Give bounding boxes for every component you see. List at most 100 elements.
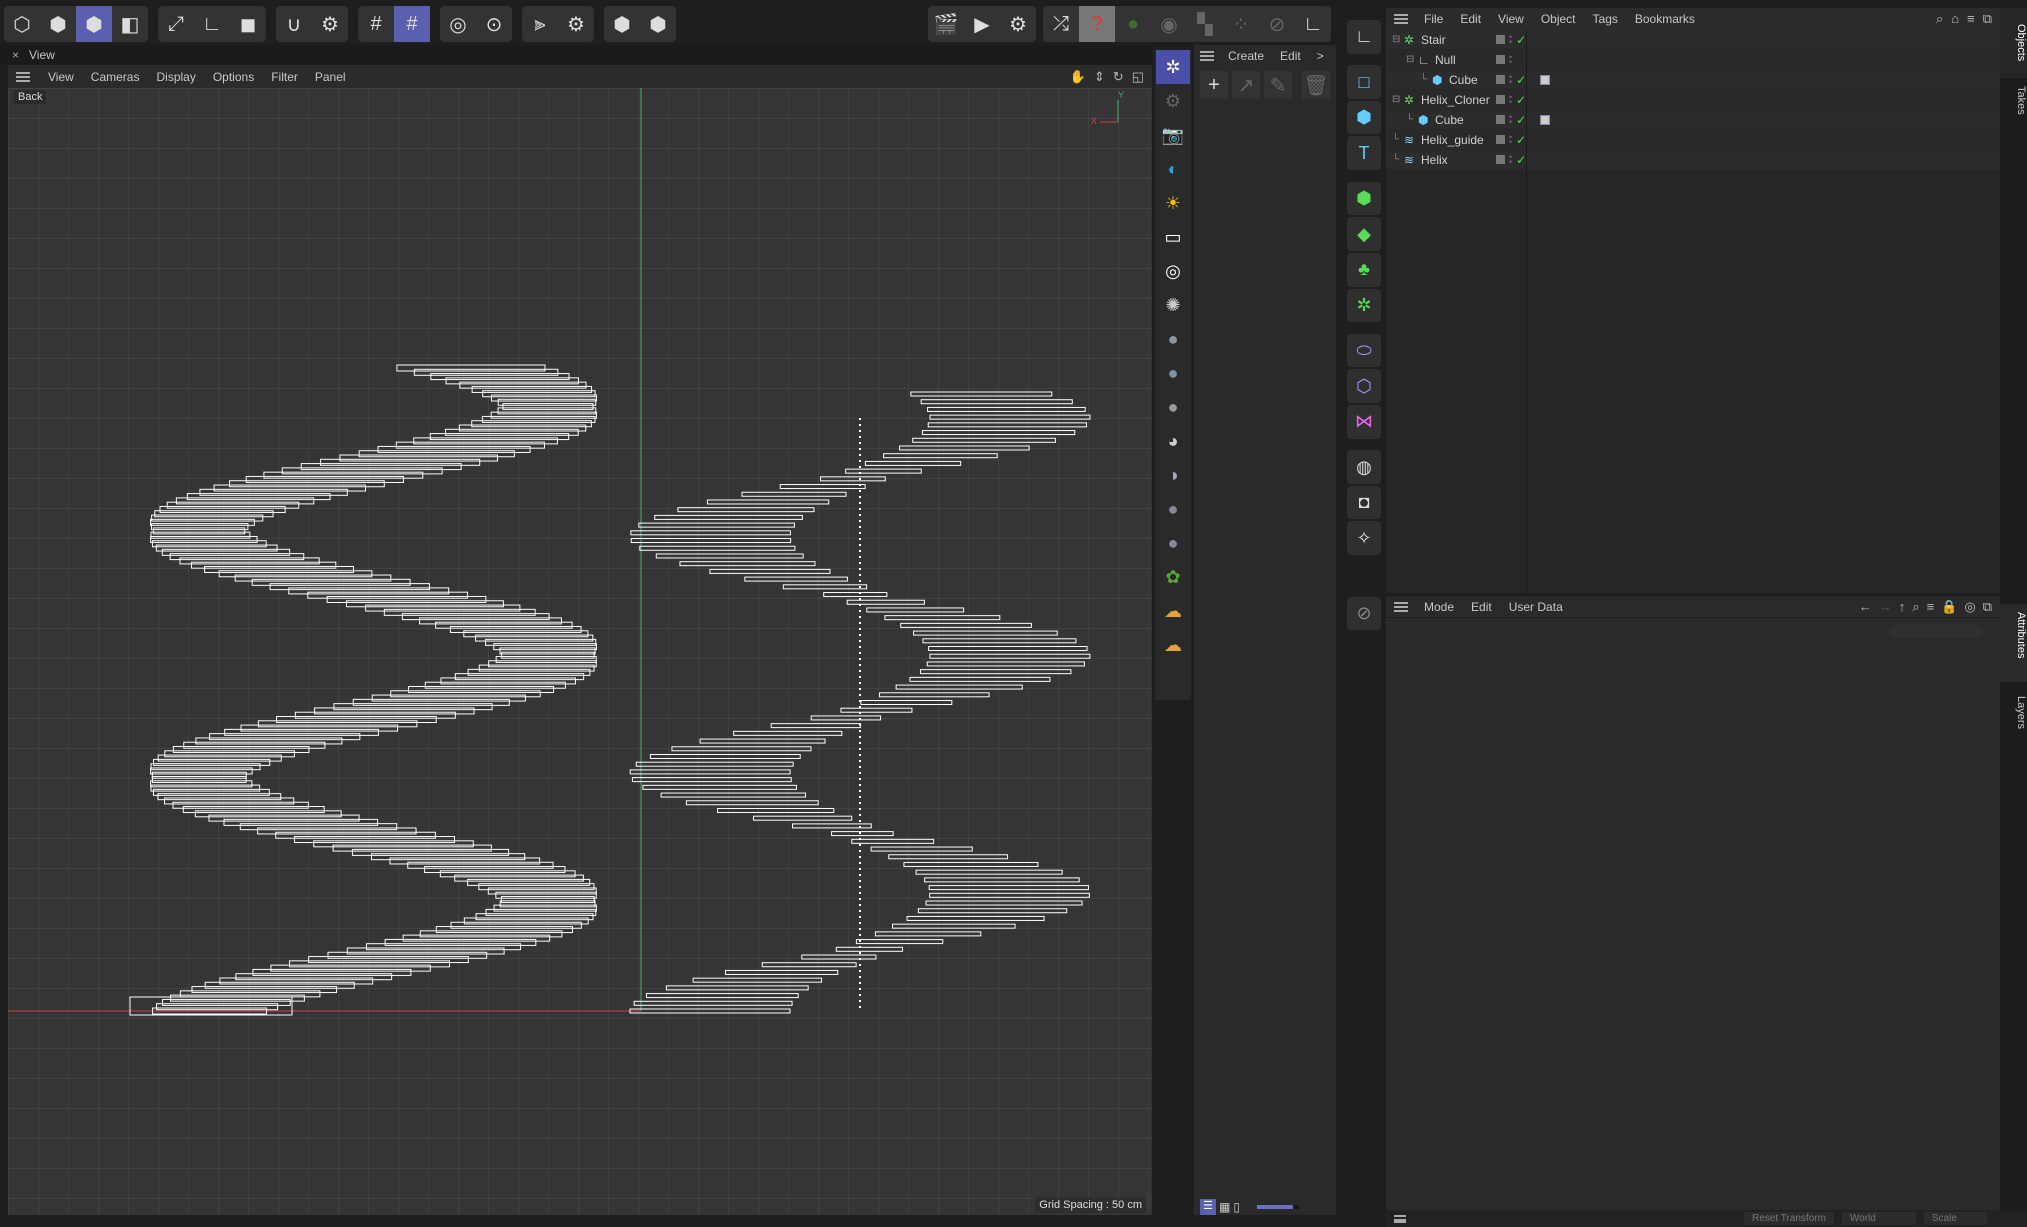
visibility-dots-icon[interactable]: • • xyxy=(1509,52,1512,66)
render-view-icon[interactable]: 🎬 xyxy=(928,6,964,42)
objects-menu-bookmarks[interactable]: Bookmarks xyxy=(1635,12,1695,26)
target-icon[interactable]: ◎ xyxy=(1964,599,1975,615)
subdivision-icon[interactable]: ⬢ xyxy=(1347,181,1381,216)
objects-menu-view[interactable]: View xyxy=(1498,12,1524,26)
object-row[interactable]: ⊟ ✲ Stair • • ✓ xyxy=(1386,30,2000,50)
list-view-icon[interactable]: ☰ xyxy=(1200,1199,1216,1215)
vdb2-icon[interactable]: ☁ xyxy=(1156,628,1190,662)
material-icon[interactable]: ● xyxy=(1156,322,1190,356)
new-window-icon[interactable]: ⧉ xyxy=(1983,599,1992,615)
view-panel-menu-filter[interactable]: Filter xyxy=(271,70,298,84)
view-tab-title[interactable]: View xyxy=(29,48,55,62)
point-mode-icon[interactable]: ⬢ xyxy=(40,6,76,42)
mix-material-icon[interactable]: ● xyxy=(1156,492,1190,526)
texture-tag-icon[interactable] xyxy=(1540,74,1551,85)
add-icon[interactable]: + xyxy=(1200,71,1228,99)
object-row[interactable]: ⊟ ✲ Helix_Cloner • • ✓ xyxy=(1386,90,2000,110)
new-window-icon[interactable]: ⧉ xyxy=(1983,11,1992,27)
metal-material-icon[interactable]: ◑ xyxy=(1156,458,1190,492)
texture-tag-icon[interactable] xyxy=(1540,114,1551,125)
attributes-menu-edit[interactable]: Edit xyxy=(1471,600,1492,614)
collapse-icon[interactable]: ⊟ xyxy=(1392,94,1404,105)
dolly-icon[interactable]: ⇕ xyxy=(1094,69,1105,85)
attributes-menu-user-data[interactable]: User Data xyxy=(1509,600,1563,614)
maximize-icon[interactable]: ◱ xyxy=(1132,69,1144,85)
object-mode-icon[interactable]: ⬡ xyxy=(4,6,40,42)
object-name[interactable]: Cube xyxy=(1435,113,1464,127)
soft-settings-icon[interactable]: ⊙ xyxy=(476,6,512,42)
object-name[interactable]: Null xyxy=(1435,53,1456,67)
objects-menu-edit[interactable]: Edit xyxy=(1460,12,1481,26)
object-row[interactable]: └ ≋ Helix • • ✓ xyxy=(1386,150,2000,170)
rotate-icon[interactable]: ↻ xyxy=(1113,69,1124,85)
trash-icon[interactable]: 🗑 xyxy=(1302,71,1330,99)
checker-pin-icon[interactable]: ▚ xyxy=(1187,6,1223,42)
layer-icon[interactable] xyxy=(1496,95,1505,104)
glossy-material-icon[interactable]: ● xyxy=(1156,356,1190,390)
visibility-dots-icon[interactable]: • • xyxy=(1509,72,1512,86)
gear-icon[interactable]: ⚙ xyxy=(1156,84,1190,118)
zoom-slider[interactable] xyxy=(1256,1205,1299,1209)
camera-icon[interactable]: 📷 xyxy=(1156,118,1190,152)
create-panel-menu-create[interactable]: Create xyxy=(1228,49,1264,63)
axis-point-icon[interactable]: ∟ xyxy=(1295,6,1331,42)
ies-light-icon[interactable]: ✺ xyxy=(1156,288,1190,322)
polygon-mode-icon[interactable]: ◧ xyxy=(112,6,148,42)
effector-icon[interactable]: ✲ xyxy=(1347,288,1381,323)
layer-icon[interactable] xyxy=(1496,115,1505,124)
blend-material-icon[interactable]: ● xyxy=(1156,526,1190,560)
hdri-icon[interactable]: ◐ xyxy=(1156,152,1190,186)
layer-icon[interactable] xyxy=(1496,75,1505,84)
visibility-dots-icon[interactable]: • • xyxy=(1509,112,1512,126)
grid-snap-icon[interactable]: # xyxy=(358,6,394,42)
attribute-search-field[interactable] xyxy=(1888,624,1984,638)
layer-icon[interactable] xyxy=(1496,155,1505,164)
text-icon[interactable]: T xyxy=(1347,136,1381,171)
hamburger-icon[interactable] xyxy=(1200,51,1214,61)
object-name[interactable]: Helix_guide xyxy=(1421,133,1484,147)
forward-icon[interactable]: → xyxy=(1879,599,1892,615)
rectangle-spline-icon[interactable]: □ xyxy=(1347,65,1381,99)
disable-icon[interactable]: ⊘ xyxy=(1259,6,1295,42)
search-icon[interactable]: ⌕ xyxy=(1936,11,1943,27)
eye-icon[interactable]: ◉ xyxy=(1151,6,1187,42)
dots-icon[interactable]: ⁘ xyxy=(1223,6,1259,42)
axis-move-icon[interactable]: ⤢ xyxy=(158,6,194,42)
cloner-icon[interactable]: ♣ xyxy=(1347,252,1381,287)
soft-select-icon[interactable]: ◎ xyxy=(440,6,476,42)
view-panel-menu-panel[interactable]: Panel xyxy=(315,70,346,84)
view-panel-menu-display[interactable]: Display xyxy=(156,70,195,84)
snap-settings-icon[interactable]: ⚙ xyxy=(312,6,348,42)
solo-hierarchy-icon[interactable]: ⬢ xyxy=(640,6,676,42)
visibility-dots-icon[interactable]: • • xyxy=(1509,152,1512,166)
texture-icon[interactable]: ◼ xyxy=(230,6,266,42)
area-light-icon[interactable]: ▭ xyxy=(1156,220,1190,254)
layer-icon[interactable] xyxy=(1496,135,1505,144)
tab-attributes[interactable]: Attributes xyxy=(2000,604,2027,682)
grid-view-icon[interactable]: ▦ xyxy=(1219,1200,1230,1214)
filter-icon[interactable]: ≡ xyxy=(1967,11,1975,27)
octane-logo-icon[interactable]: ✲ xyxy=(1156,50,1190,84)
arrow-icon[interactable]: ↗ xyxy=(1232,71,1260,99)
attributes-menu-mode[interactable]: Mode xyxy=(1424,600,1454,614)
objects-menu-object[interactable]: Object xyxy=(1541,12,1576,26)
model-mode-icon[interactable]: ⬢ xyxy=(76,6,112,42)
axis-corner-icon[interactable]: ∟ xyxy=(194,6,230,42)
misc-icon[interactable]: ⊘ xyxy=(1347,596,1381,631)
shuffle-icon[interactable]: ⤮ xyxy=(1043,6,1079,42)
cube-icon[interactable]: ⬢ xyxy=(1347,100,1381,135)
transform-mode-dropdown[interactable]: Scale xyxy=(1923,1212,1987,1225)
coordinate-space-dropdown[interactable]: World xyxy=(1841,1212,1916,1225)
object-name[interactable]: Stair xyxy=(1421,33,1446,47)
layer-icon[interactable] xyxy=(1496,55,1505,64)
target-light-icon[interactable]: ◎ xyxy=(1156,254,1190,288)
null-object-icon[interactable]: ∟ xyxy=(1347,20,1381,54)
object-name[interactable]: Cube xyxy=(1449,73,1478,87)
create-panel-menu--[interactable]: > xyxy=(1317,49,1324,63)
hamburger-icon[interactable] xyxy=(16,71,30,82)
layer-icon[interactable] xyxy=(1496,35,1505,44)
eyedropper-icon[interactable]: ✎ xyxy=(1264,71,1292,99)
view-panel-menu-cameras[interactable]: Cameras xyxy=(91,70,140,84)
scatter-icon[interactable]: ✿ xyxy=(1156,560,1190,594)
deformer-icon[interactable]: ⬭ xyxy=(1347,333,1381,368)
